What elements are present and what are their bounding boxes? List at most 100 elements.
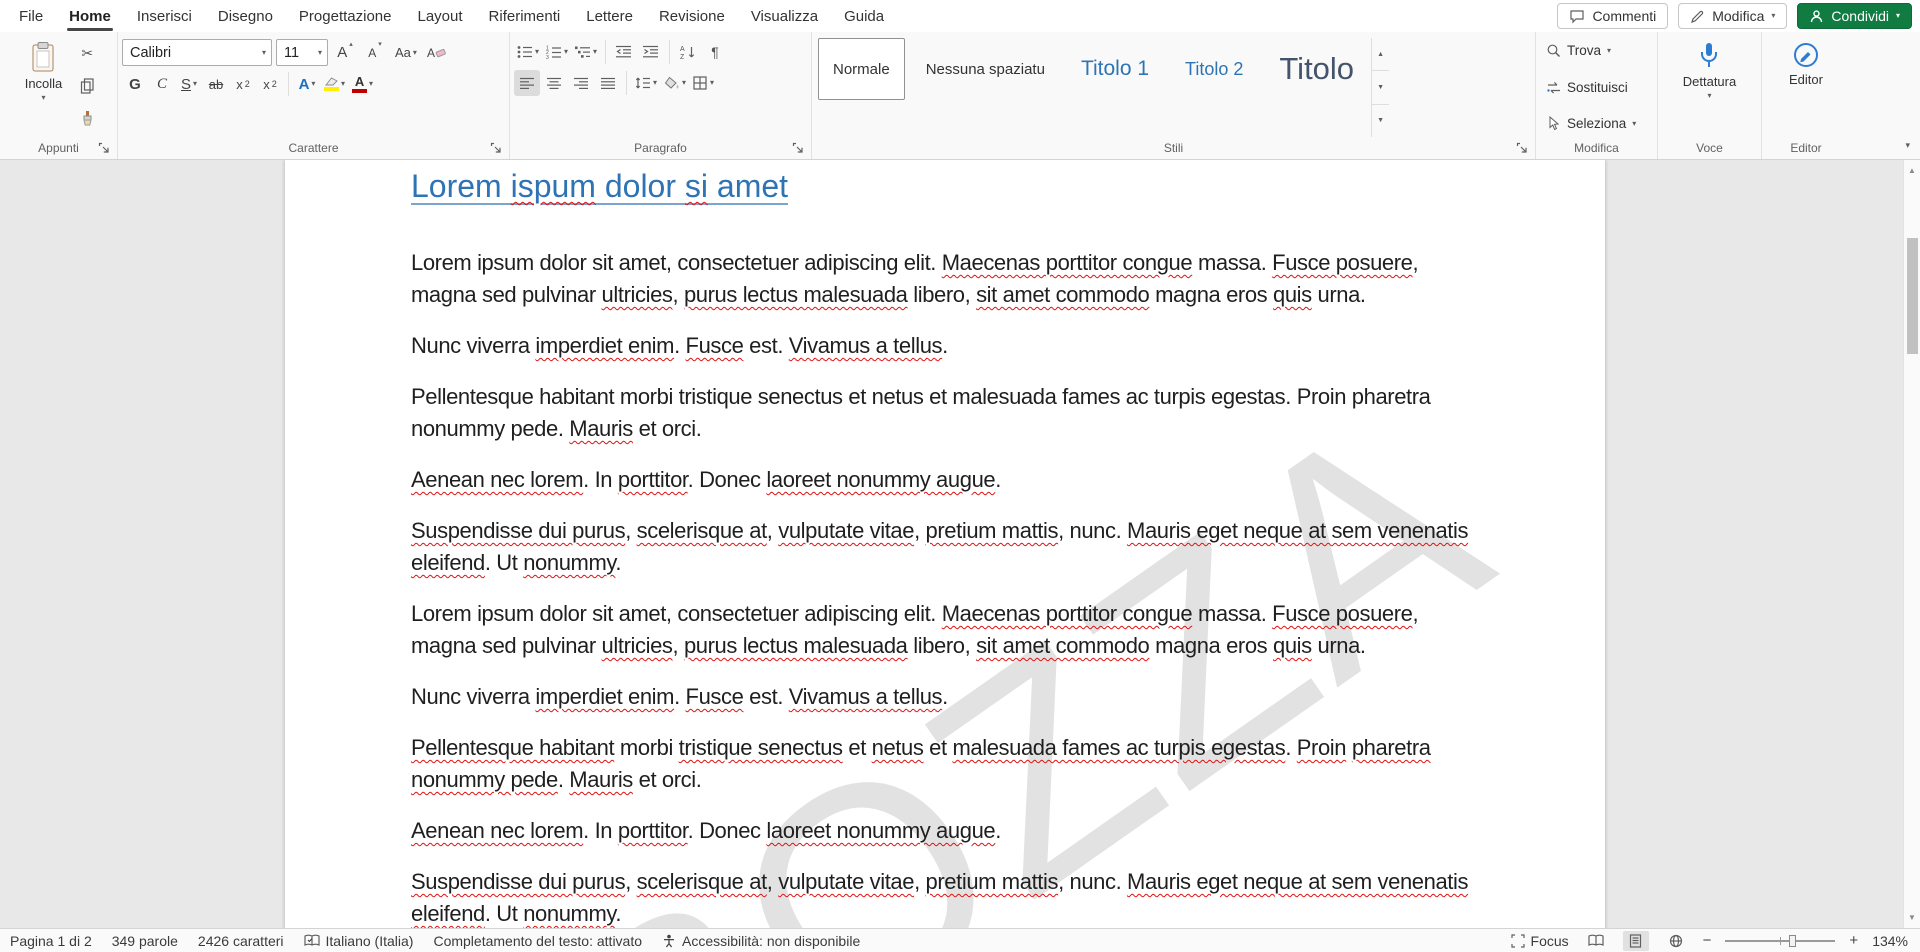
focus-button[interactable]: Focus [1511,933,1569,949]
text-completion-status[interactable]: Completamento del testo: attivato [433,933,642,949]
dialog-launcher-icon[interactable] [1516,142,1528,154]
multilevel-list-button[interactable]: ▾ [572,39,600,65]
zoom-slider[interactable] [1725,940,1835,942]
language-indicator[interactable]: Italiano (Italia) [304,933,414,949]
highlight-button[interactable]: ▾ [321,71,348,97]
align-center-button[interactable] [541,70,567,96]
text-effects-button[interactable]: A ▾ [294,71,320,97]
font-size-select[interactable]: 11 ▾ [276,39,328,66]
tab-home[interactable]: Home [56,0,124,32]
tab-inserisci[interactable]: Inserisci [124,0,205,32]
paragraph[interactable]: Aenean nec lorem. In porttitor. Donec la… [411,464,1479,496]
scroll-thumb[interactable] [1907,238,1918,354]
copy-button[interactable] [74,73,100,99]
paragraph[interactable]: Pellentesque habitant morbi tristique se… [411,732,1479,796]
shrink-font-button[interactable]: A ▾ [362,40,388,66]
document-page[interactable]: BOZZA Lorem ispum dolor si amet Lorem ip… [285,160,1605,928]
paragraph[interactable]: Pellentesque habitant morbi tristique se… [411,381,1479,445]
tab-progettazione[interactable]: Progettazione [286,0,405,32]
web-layout-button[interactable] [1663,931,1689,951]
tab-riferimenti[interactable]: Riferimenti [476,0,574,32]
text-run: et orci. [633,416,702,441]
font-color-button[interactable]: A ▾ [349,71,376,97]
gallery-down-button[interactable]: ▼ [1372,71,1389,104]
paragraph[interactable]: Lorem ipsum dolor sit amet, consectetuer… [411,598,1479,662]
print-layout-button[interactable] [1623,931,1649,951]
tab-guida[interactable]: Guida [831,0,897,32]
paragraph[interactable]: Nunc viverra imperdiet enim. Fusce est. … [411,681,1479,713]
style-titolo[interactable]: Titolo [1264,38,1369,100]
superscript-button[interactable]: x2 [257,71,283,97]
find-button[interactable]: Trova ▾ [1542,41,1640,60]
line-spacing-button[interactable]: ▾ [632,70,660,96]
format-painter-button[interactable] [74,105,100,131]
document-heading[interactable]: Lorem ispum dolor si amet [411,168,1479,205]
align-right-button[interactable] [568,70,594,96]
subscript-button[interactable]: x2 [230,71,256,97]
change-case-button[interactable]: Aa ▾ [392,40,420,66]
align-left-button[interactable] [514,70,540,96]
dialog-launcher-icon[interactable] [792,142,804,154]
scroll-down-button[interactable]: ▼ [1904,909,1920,926]
bullets-button[interactable]: ▾ [514,39,542,65]
zoom-slider-thumb[interactable] [1789,935,1796,947]
clear-formatting-button[interactable]: A [424,40,450,66]
comments-button[interactable]: Commenti [1557,3,1668,29]
style-normale[interactable]: Normale [818,38,905,100]
style-nessuna-spaziatu[interactable]: Nessuna spaziatu [911,38,1060,100]
decrease-indent-button[interactable] [611,39,637,65]
paragraph[interactable]: Suspendisse dui purus, scelerisque at, v… [411,866,1479,928]
vertical-scrollbar[interactable]: ▲ ▼ [1903,160,1920,928]
tab-layout[interactable]: Layout [405,0,476,32]
paste-button[interactable]: Incolla ▾ [17,36,71,137]
style-titolo-2[interactable]: Titolo 2 [1170,38,1258,100]
cut-button[interactable]: ✂ [74,40,100,66]
replace-button[interactable]: Sostituisci [1542,78,1640,97]
paragraph[interactable]: Aenean nec lorem. In porttitor. Donec la… [411,815,1479,847]
increase-indent-button[interactable] [638,39,664,65]
tab-file[interactable]: File [6,0,56,32]
scroll-up-button[interactable]: ▲ [1904,162,1920,179]
editing-mode-label: Modifica [1712,8,1764,24]
zoom-in-button[interactable]: + [1849,932,1858,949]
tab-lettere[interactable]: Lettere [573,0,646,32]
numbering-button[interactable]: 123 ▾ [543,39,571,65]
dictate-button[interactable]: Dettatura ▾ [1675,36,1744,137]
font-family-select[interactable]: Calibri ▾ [122,39,272,66]
select-button[interactable]: Seleziona ▾ [1542,114,1640,133]
shading-button[interactable]: ▾ [661,70,689,96]
zoom-out-button[interactable]: − [1703,932,1712,949]
grow-font-button[interactable]: A ▴ [332,40,358,66]
tab-revisione[interactable]: Revisione [646,0,738,32]
zoom-level[interactable]: 134% [1872,933,1908,949]
borders-button[interactable]: ▾ [690,70,717,96]
bold-button[interactable]: G [122,71,148,97]
style-titolo-1[interactable]: Titolo 1 [1066,38,1164,100]
sort-button[interactable]: AZ [675,39,701,65]
italic-button[interactable]: C [149,71,175,97]
gallery-up-button[interactable]: ▲ [1372,38,1389,71]
editor-button[interactable]: Editor [1781,36,1831,137]
gallery-more-button[interactable]: ▼ [1372,105,1389,137]
dialog-launcher-icon[interactable] [98,142,110,154]
dialog-launcher-icon[interactable] [490,142,502,154]
show-formatting-marks-button[interactable]: ¶ [702,39,728,65]
paragraph[interactable]: Nunc viverra imperdiet enim. Fusce est. … [411,330,1479,362]
share-button[interactable]: Condividi ▾ [1797,3,1912,29]
align-center-icon [547,77,562,90]
accessibility-status[interactable]: Accessibilità: non disponibile [662,933,860,949]
word-count[interactable]: 349 parole [112,933,178,949]
collapse-ribbon-button[interactable]: ▾ [1905,140,1910,151]
editing-mode-button[interactable]: Modifica ▾ [1678,3,1787,29]
justify-button[interactable] [595,70,621,96]
tab-disegno[interactable]: Disegno [205,0,286,32]
misspelled-word: Suspendisse dui purus [411,518,625,543]
tab-visualizza[interactable]: Visualizza [738,0,831,32]
read-mode-button[interactable] [1583,931,1609,951]
strikethrough-button[interactable]: ab [203,71,229,97]
paragraph[interactable]: Lorem ipsum dolor sit amet, consectetuer… [411,247,1479,311]
underline-button[interactable]: S ▾ [176,71,202,97]
paragraph[interactable]: Suspendisse dui purus, scelerisque at, v… [411,515,1479,579]
character-count[interactable]: 2426 caratteri [198,933,284,949]
page-indicator[interactable]: Pagina 1 di 2 [10,933,92,949]
